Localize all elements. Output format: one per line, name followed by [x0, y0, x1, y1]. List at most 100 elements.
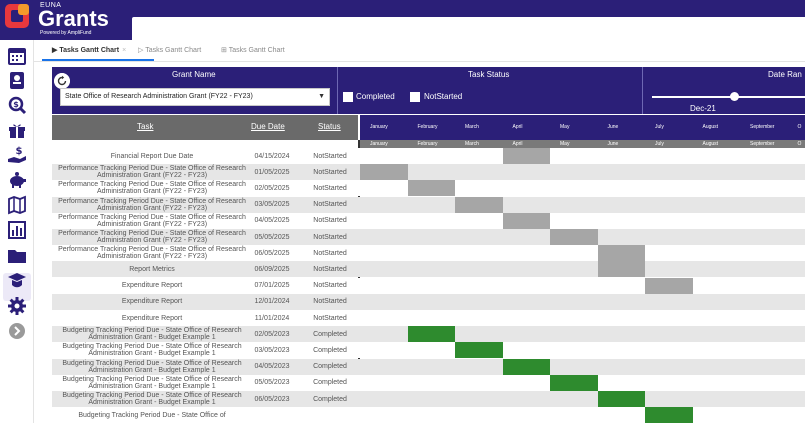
app-window: EUNA Grants Powered by AmpliFund $ $ ▶ T… — [0, 0, 805, 423]
due-date-cell: 04/05/2023 — [254, 363, 290, 371]
arrow-right-circle-icon[interactable] — [7, 321, 27, 341]
due-date-cell: 06/05/2023 — [254, 395, 290, 403]
left-sidebar: $ $ — [0, 40, 34, 423]
month-sublabel: July — [655, 141, 664, 147]
filter-divider — [642, 67, 643, 114]
gantt-bar[interactable] — [645, 277, 693, 294]
refresh-icon[interactable] — [54, 73, 70, 89]
column-header-task[interactable]: Task — [137, 122, 153, 131]
completed-label: Completed — [356, 92, 395, 101]
gear-icon[interactable] — [7, 296, 27, 316]
task-cell: Budgeting Tracking Period Due - State Of… — [62, 375, 242, 390]
task-cell: Budgeting Tracking Period Due - State Of… — [62, 327, 242, 342]
task-cell: Budgeting Tracking Period Due - State Of… — [78, 411, 226, 419]
gantt-bar[interactable] — [550, 229, 598, 245]
folder-icon[interactable] — [7, 246, 27, 266]
piggy-bank-icon[interactable] — [7, 170, 27, 190]
table-row[interactable]: Performance Tracking Period Due - State … — [52, 196, 805, 213]
gantt-bar[interactable] — [502, 358, 550, 375]
status-cell: NotStarted — [313, 217, 347, 225]
gantt-bar[interactable] — [550, 374, 598, 391]
table-row[interactable]: Budgeting Tracking Period Due - State Of… — [52, 342, 805, 359]
table-row[interactable]: Performance Tracking Period Due - State … — [52, 245, 805, 262]
tab-tasks-gantt-2[interactable]: ▷ Tasks Gantt Chart — [138, 46, 201, 54]
graduation-icon[interactable] — [7, 271, 27, 291]
task-cell: Performance Tracking Period Due - State … — [58, 230, 246, 244]
column-header-due-date[interactable]: Due Date — [251, 122, 285, 131]
task-cell: Expenditure Report — [121, 314, 183, 322]
bar-chart-icon[interactable] — [7, 220, 27, 240]
table-row[interactable]: Budgeting Tracking Period Due - State Of… — [52, 358, 805, 375]
month-label: February — [417, 124, 438, 130]
gantt-bar[interactable] — [597, 391, 645, 407]
column-header-status[interactable]: Status — [318, 122, 341, 131]
task-cell: Budgeting Tracking Period Due - State Of… — [62, 359, 242, 374]
date-range-slider[interactable] — [652, 96, 805, 98]
table-row[interactable]: Budgeting Tracking Period Due - State Of… — [52, 391, 805, 407]
gantt-bar[interactable] — [645, 407, 693, 423]
due-date-cell: 11/01/2024 — [254, 314, 290, 322]
table-row[interactable]: Expenditure Report 12/01/2024 NotStarted — [52, 293, 805, 310]
status-cell — [302, 407, 358, 423]
due-date-cell: 04/05/2025 — [254, 217, 290, 225]
task-cell: Budgeting Tracking Period Due - State Of… — [62, 392, 242, 406]
table-row[interactable]: Budgeting Tracking Period Due - State Of… — [52, 374, 805, 391]
month-sublabel: August — [702, 141, 719, 147]
gantt-bar[interactable] — [360, 164, 408, 181]
svg-text:$: $ — [13, 100, 19, 109]
tab-tasks-gantt-1[interactable]: ▶ Tasks Gantt Chart × — [52, 46, 126, 54]
month-label: March — [465, 124, 479, 130]
table-row[interactable]: Expenditure Report 07/01/2025 NotStarted — [52, 277, 805, 294]
completed-checkbox[interactable] — [343, 92, 353, 102]
status-cell: Completed — [313, 346, 347, 354]
month-label: July — [655, 124, 664, 130]
table-row[interactable]: Report Metrics 06/09/2025 NotStarted — [52, 261, 805, 278]
gantt-bar[interactable] — [502, 212, 550, 229]
task-cell: Performance Tracking Period Due - State … — [58, 181, 246, 196]
calendar-icon[interactable] — [7, 46, 27, 66]
date-range-slider-handle[interactable] — [730, 92, 739, 101]
table-row[interactable]: Performance Tracking Period Due - State … — [52, 229, 805, 245]
report-tabs: ▶ Tasks Gantt Chart × ▷ Tasks Gantt Chart… — [34, 40, 805, 62]
status-cell: Completed — [313, 330, 347, 338]
table-row[interactable]: Performance Tracking Period Due - State … — [52, 164, 805, 181]
table-row[interactable]: Budgeting Tracking Period Due - State Of… — [52, 407, 805, 423]
gantt-bar[interactable] — [407, 326, 455, 343]
status-cell: Completed — [313, 395, 347, 403]
gantt-bar[interactable] — [407, 180, 455, 197]
contact-card-icon[interactable] — [7, 70, 27, 90]
grant-name-select[interactable]: State Office of Research Administration … — [60, 88, 330, 106]
table-row[interactable]: Budgeting Tracking Period Due - State Of… — [52, 326, 805, 343]
hand-dollar-icon[interactable]: $ — [7, 145, 27, 165]
gantt-bar[interactable] — [455, 342, 503, 359]
task-cell: Budgeting Tracking Period Due - State Of… — [62, 343, 242, 358]
table-row[interactable]: Financial Report Due Date 04/15/2024 NotSt… — [52, 148, 805, 164]
gift-icon[interactable] — [7, 120, 27, 140]
notstarted-checkbox[interactable] — [410, 92, 420, 102]
date-range-header: Date Ran — [768, 70, 802, 79]
task-cell: Performance Tracking Period Due - State … — [58, 197, 246, 212]
gantt-bar[interactable] — [455, 196, 503, 213]
status-cell: NotStarted — [313, 233, 347, 241]
table-row[interactable]: Performance Tracking Period Due - State … — [52, 180, 805, 197]
map-icon[interactable] — [7, 195, 27, 215]
table-row[interactable]: Performance Tracking Period Due - State … — [52, 212, 805, 229]
due-date-cell: 03/05/2025 — [254, 201, 290, 209]
task-cell: Expenditure Report — [121, 282, 183, 290]
month-label: August — [702, 124, 719, 130]
due-date-cell: 04/15/2024 — [254, 152, 290, 160]
notstarted-label: NotStarted — [424, 92, 463, 101]
search-dollar-icon[interactable]: $ — [7, 95, 27, 115]
month-label: May — [560, 124, 570, 130]
status-cell: NotStarted — [313, 152, 347, 160]
gantt-bar[interactable] — [597, 261, 645, 278]
task-status-header: Task Status — [468, 70, 510, 79]
gantt-bar[interactable] — [502, 148, 550, 164]
tab-close-icon[interactable]: × — [122, 47, 126, 54]
month-label: January — [370, 124, 388, 130]
gantt-bar[interactable] — [597, 245, 645, 262]
status-cell: NotStarted — [313, 184, 347, 192]
month-sublabel: O — [797, 141, 802, 147]
table-row[interactable]: Expenditure Report 11/01/2024 NotStarted — [52, 310, 805, 326]
tab-tasks-gantt-3[interactable]: ⊞ Tasks Gantt Chart — [221, 46, 285, 54]
